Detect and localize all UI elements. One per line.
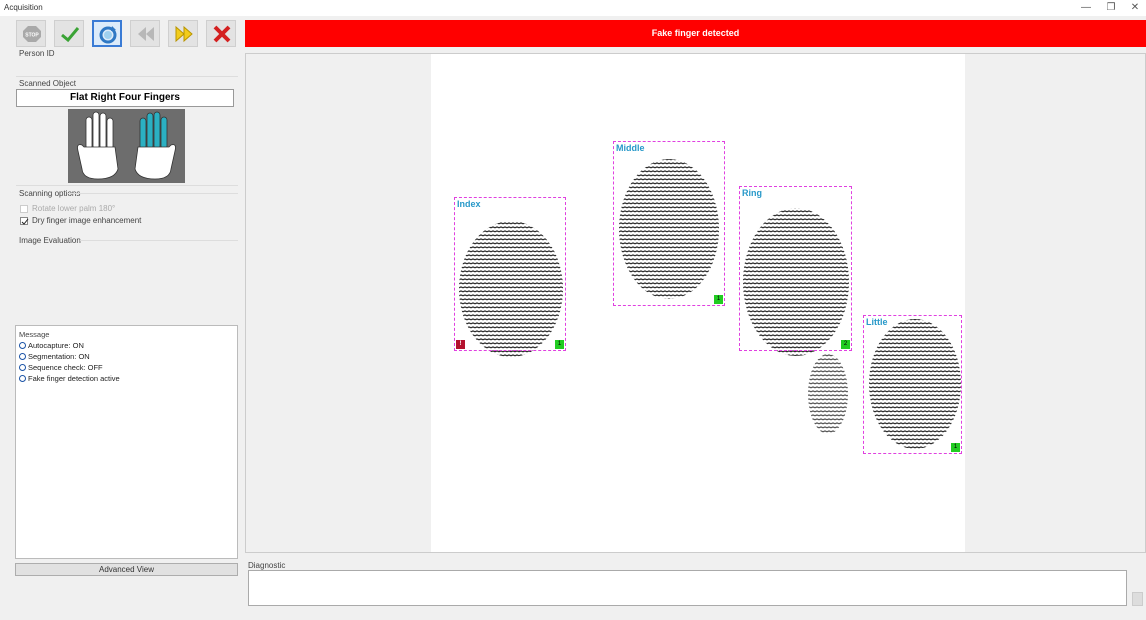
list-item: Autocapture: ON <box>19 341 84 350</box>
hands-icon <box>77 111 176 180</box>
info-icon <box>19 342 26 349</box>
rotate-checkbox[interactable] <box>20 205 28 213</box>
minimize-button[interactable]: — <box>1075 0 1097 16</box>
previous-button[interactable] <box>130 20 160 47</box>
finger-little-box[interactable]: Little 1 <box>863 315 962 454</box>
palm-print-fragment <box>808 354 848 434</box>
finger-index-label: Index <box>457 199 481 209</box>
scroll-button[interactable] <box>1132 592 1143 606</box>
list-item: Segmentation: ON <box>19 352 90 361</box>
scanned-object-label: Scanned Object <box>19 79 76 88</box>
quality-badge: 1 <box>555 340 564 349</box>
info-icon <box>19 364 26 371</box>
finger-middle-box[interactable]: Middle 1 <box>613 141 725 306</box>
message-label: Message <box>19 330 50 339</box>
info-icon <box>19 375 26 382</box>
diagnostic-label: Diagnostic <box>248 561 286 570</box>
window-title: Acquisition <box>4 3 43 12</box>
dry-finger-checkbox[interactable] <box>20 217 29 225</box>
divider <box>16 185 238 186</box>
fast-forward-icon <box>175 25 193 43</box>
checkmark-icon <box>61 27 80 43</box>
close-window-button[interactable]: ✕ <box>1124 0 1146 16</box>
divider <box>16 76 238 77</box>
finger-little-label: Little <box>866 317 888 327</box>
divider <box>68 193 238 194</box>
finger-ring-label: Ring <box>742 188 762 198</box>
accept-button[interactable] <box>54 20 84 47</box>
rotate-option-label: Rotate lower palm 180° <box>32 204 116 213</box>
list-item: Sequence check: OFF <box>19 363 103 372</box>
close-icon <box>213 25 231 43</box>
warning-badge: ! <box>456 340 465 349</box>
stop-button[interactable]: STOP <box>16 20 46 47</box>
scanned-object-value: Flat Right Four Fingers <box>16 89 234 107</box>
rewind-icon <box>138 27 154 41</box>
checkmark-icon <box>21 218 29 225</box>
advanced-view-button[interactable]: Advanced View <box>15 563 238 576</box>
stop-icon: STOP <box>23 26 41 42</box>
refresh-icon <box>99 26 117 44</box>
quality-badge: 2 <box>841 340 850 349</box>
cancel-button[interactable] <box>206 20 236 47</box>
quality-badge: 1 <box>714 295 723 304</box>
restore-button[interactable]: ❐ <box>1100 0 1122 16</box>
finger-middle-label: Middle <box>616 143 645 153</box>
message-panel: Message Autocapture: ON Segmentation: ON… <box>15 325 238 559</box>
info-icon <box>19 353 26 360</box>
status-banner: Fake finger detected <box>245 20 1146 47</box>
quality-badge: 1 <box>951 443 960 452</box>
finger-index-box[interactable]: Index ! 1 <box>454 197 566 351</box>
title-bar: Acquisition — ❐ ✕ <box>0 0 1146 16</box>
finger-ring-box[interactable]: Ring 2 <box>739 186 852 351</box>
image-evaluation-label: Image Evaluation <box>19 236 81 245</box>
hands-illustration <box>68 109 185 183</box>
person-id-label: Person ID <box>19 49 55 58</box>
dry-finger-option-label: Dry finger image enhancement <box>32 216 142 225</box>
list-item: Fake finger detection active <box>19 374 120 383</box>
diagnostic-field[interactable] <box>248 570 1127 606</box>
refresh-button[interactable] <box>92 20 122 47</box>
stop-icon-label: STOP <box>25 33 39 39</box>
divider <box>80 240 238 241</box>
next-button[interactable] <box>168 20 198 47</box>
